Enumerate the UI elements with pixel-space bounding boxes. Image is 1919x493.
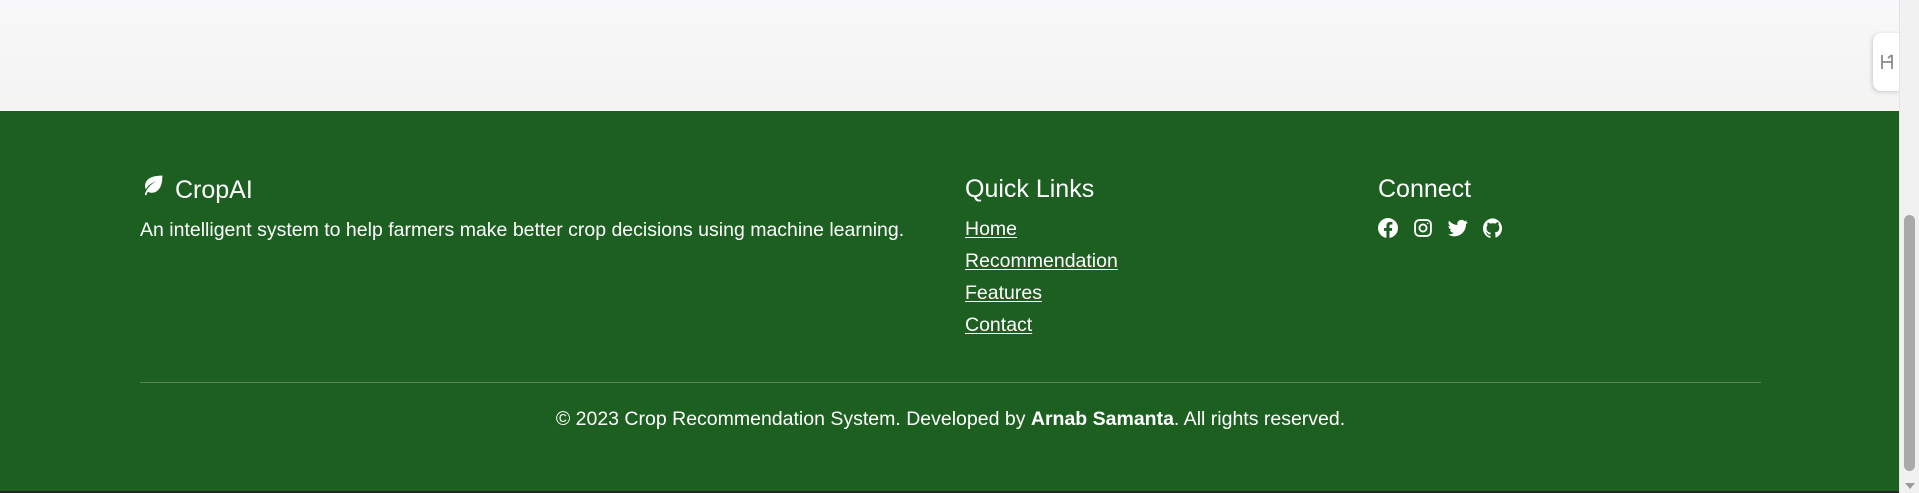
footer-divider	[140, 382, 1761, 383]
copyright-prefix: © 2023 Crop Recommendation System. Devel…	[555, 408, 1031, 430]
twitter-icon[interactable]	[1448, 218, 1468, 238]
social-links	[1378, 218, 1738, 238]
brand-name: CropAI	[175, 175, 253, 204]
quick-links-list: Home Recommendation Features Contact	[965, 216, 1345, 340]
list-item: Features	[965, 280, 1345, 308]
connect-heading: Connect	[1378, 175, 1472, 203]
list-item: Contact	[965, 312, 1345, 340]
list-item: Home	[965, 216, 1345, 244]
footer-connect-column: Connect	[1378, 173, 1738, 238]
footer-brand-column: CropAI An intelligent system to help far…	[140, 173, 940, 243]
list-item: Recommendation	[965, 248, 1345, 276]
side-widget-tab[interactable]	[1873, 33, 1900, 91]
browser-viewport: CropAI An intelligent system to help far…	[0, 0, 1919, 493]
footer-link-home[interactable]: Home	[965, 218, 1017, 240]
footer-link-contact[interactable]: Contact	[965, 314, 1032, 336]
copyright-text: © 2023 Crop Recommendation System. Devel…	[140, 406, 1761, 432]
scrollbar-thumb[interactable]	[1904, 215, 1915, 471]
scroll-down-arrow-icon[interactable]	[1905, 483, 1915, 489]
facebook-icon[interactable]	[1378, 218, 1398, 238]
copyright-suffix: . All rights reserved.	[1173, 408, 1346, 430]
quick-links-heading: Quick Links	[965, 175, 1095, 203]
footer-link-features[interactable]: Features	[965, 282, 1042, 304]
brand-description: An intelligent system to help farmers ma…	[140, 219, 905, 241]
copyright-author: Arnab Samanta	[1030, 408, 1174, 430]
vertical-scrollbar[interactable]	[1899, 0, 1919, 493]
footer-link-recommendation[interactable]: Recommendation	[965, 250, 1118, 272]
page-content-area	[0, 0, 1900, 111]
site-footer: CropAI An intelligent system to help far…	[0, 111, 1900, 493]
footer-quick-links-column: Quick Links Home Recommendation Features…	[965, 173, 1345, 344]
footer-brand-title: CropAI	[140, 173, 940, 206]
instagram-icon[interactable]	[1413, 218, 1433, 238]
github-icon[interactable]	[1483, 218, 1503, 238]
side-widget-icon	[1880, 54, 1893, 69]
leaf-icon	[140, 173, 165, 206]
